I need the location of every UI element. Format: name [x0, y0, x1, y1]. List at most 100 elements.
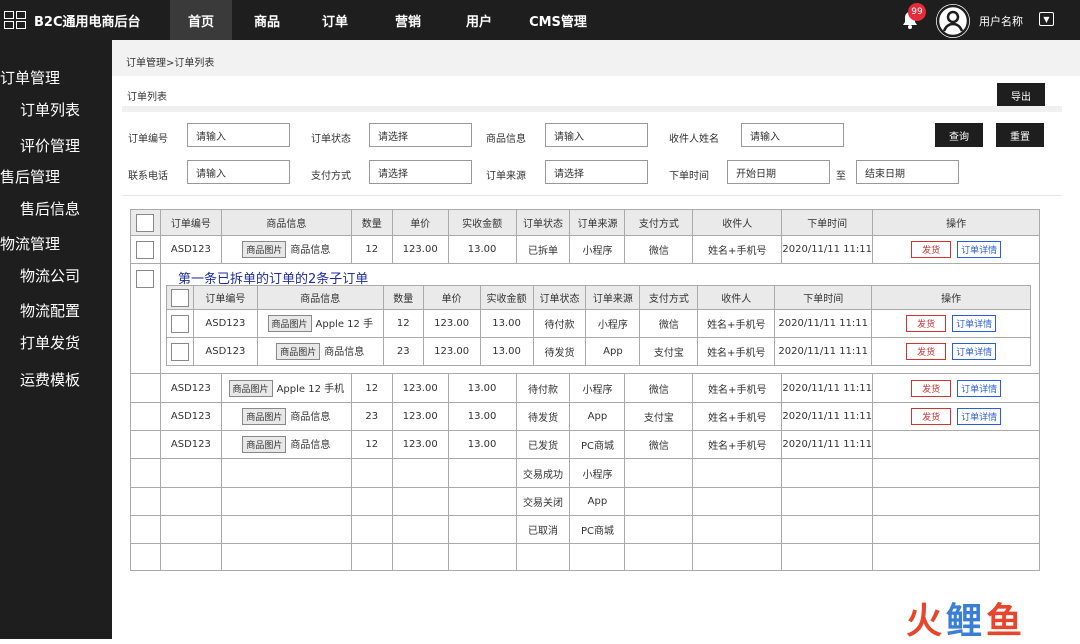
header-cell: 操作: [871, 285, 1031, 310]
product-image-placeholder: 商品图片: [242, 436, 287, 453]
order-detail-button[interactable]: 订单详情: [952, 315, 997, 332]
header-cell: 商品信息: [256, 285, 384, 310]
ship-button[interactable]: 发货: [911, 241, 952, 258]
sidebar-group-logistics[interactable]: 物流管理: [0, 233, 60, 254]
row-checkbox-cell: [130, 373, 161, 403]
qty-cell: 12: [350, 373, 393, 403]
header-cell: 操作: [872, 209, 1040, 236]
qty-cell: 12: [350, 235, 393, 264]
header-cell: 数量: [382, 285, 424, 310]
sidebar-item-logistics-company[interactable]: 物流公司: [20, 265, 80, 286]
qty-cell: 12: [350, 430, 393, 459]
header-cell: 单价: [391, 209, 449, 236]
table-row: 交易成功 小程序: [130, 458, 1040, 488]
top-navbar: B2C通用电商后台 首页 商品 订单 营销 用户 CMS管理 99 用户名称 ▼: [0, 0, 1080, 40]
phone-input[interactable]: 请输入: [187, 160, 290, 184]
order-no-label: 订单编号: [128, 134, 168, 145]
source-cell: 小程序: [569, 235, 626, 264]
divider: [122, 195, 1062, 196]
table-header: 订单编号 商品信息 数量 单价 实收金额 订单状态 订单来源 支付方式 收件人 …: [130, 209, 1040, 236]
nav-products[interactable]: 商品: [232, 0, 302, 40]
sidebar-group-orders[interactable]: 订单管理: [0, 67, 60, 88]
sidebar-item-print-ship[interactable]: 打单发货: [20, 332, 80, 353]
source-cell: App: [569, 402, 626, 431]
nav-marketing[interactable]: 营销: [368, 0, 448, 40]
sidebar-item-reviews[interactable]: 评价管理: [20, 135, 80, 156]
time-cell: 2020/11/11 11:11: [781, 402, 874, 431]
nav-users[interactable]: 用户: [448, 0, 510, 40]
receiver-cell: 姓名+手机号: [692, 430, 783, 459]
qty-cell: 23: [350, 402, 393, 431]
sidebar-item-logistics-config[interactable]: 物流配置: [20, 300, 80, 321]
pay-cell: 微信: [624, 235, 694, 264]
avatar[interactable]: [936, 4, 970, 38]
paid-cell: 13.00: [479, 337, 534, 366]
ship-button[interactable]: 发货: [906, 343, 947, 360]
end-date-input[interactable]: 结束日期: [856, 160, 959, 184]
ship-button[interactable]: 发货: [911, 408, 952, 425]
receiver-cell: 姓名+手机号: [692, 402, 783, 431]
ship-button[interactable]: 发货: [906, 315, 947, 332]
header-cell: 下单时间: [774, 285, 873, 310]
time-cell: 2020/11/11 11:11: [781, 235, 874, 264]
ship-button[interactable]: 发货: [911, 379, 952, 397]
select-all-checkbox[interactable]: [136, 213, 155, 232]
status-cell: 待发货: [532, 337, 587, 366]
source-select[interactable]: 请选择: [545, 160, 648, 184]
export-button[interactable]: 导出: [997, 83, 1045, 107]
order-no-input[interactable]: 请输入: [187, 123, 290, 147]
sidebar-item-order-list[interactable]: 订单列表: [20, 99, 80, 120]
query-button[interactable]: 查询: [935, 123, 983, 147]
product-image-placeholder: 商品图片: [276, 343, 321, 360]
sidebar: 订单管理 订单列表 评价管理 售后管理 售后信息 物流管理 物流公司 物流配置 …: [0, 40, 112, 639]
nav-home[interactable]: 首页: [170, 0, 232, 40]
product-name: 商品信息: [290, 245, 331, 256]
sub-row-checkbox[interactable]: [170, 342, 189, 361]
user-name[interactable]: 用户名称: [979, 13, 1023, 29]
sidebar-group-aftersale[interactable]: 售后管理: [0, 166, 60, 187]
receiver-input[interactable]: 请输入: [741, 123, 844, 147]
sub-order-table: 订单编号 商品信息 数量 单价 实收金额 订单状态 订单来源 支付方式 收件人 …: [166, 285, 1031, 366]
pay-method-select[interactable]: 请选择: [369, 160, 472, 184]
nav-orders[interactable]: 订单: [302, 0, 368, 40]
source-label: 订单来源: [486, 171, 526, 182]
order-detail-button[interactable]: 订单详情: [957, 241, 1002, 258]
order-id-cell: ASD123: [159, 373, 222, 403]
product-name: 商品信息: [290, 440, 331, 451]
sidebar-item-aftersale-info[interactable]: 售后信息: [20, 198, 80, 219]
actions-cell: 发货 订单详情: [872, 235, 1040, 264]
sub-select-all-checkbox[interactable]: [170, 288, 189, 307]
header-cell: 支付方式: [639, 285, 699, 310]
order-detail-button[interactable]: 订单详情: [957, 379, 1002, 397]
product-info-input[interactable]: 请输入: [545, 123, 648, 147]
paid-cell: 13.00: [447, 235, 517, 264]
sub-row-checkbox[interactable]: [170, 314, 189, 333]
order-detail-button[interactable]: 订单详情: [957, 408, 1002, 425]
paid-cell: 13.00: [447, 373, 517, 403]
row-checkbox[interactable]: [136, 240, 155, 259]
reset-button[interactable]: 重置: [996, 123, 1044, 147]
time-cell: 2020/11/11 11:11: [774, 337, 873, 366]
product-cell: 商品图片 商品信息: [220, 430, 352, 459]
order-detail-button[interactable]: 订单详情: [952, 343, 997, 360]
table-row: [130, 543, 1040, 571]
nav-cms[interactable]: CMS管理: [510, 0, 606, 40]
header-cell: 收件人: [697, 285, 776, 310]
breadcrumb-bar: [112, 40, 1080, 76]
receiver-label: 收件人姓名: [669, 134, 719, 145]
notification-badge: 99: [908, 3, 926, 21]
order-status-label: 订单状态: [311, 134, 351, 145]
order-status-select[interactable]: 请选择: [369, 123, 472, 147]
sub-table-row: ASD123 商品图片 商品信息 23 123.00 13.00 待发货 App …: [166, 337, 1031, 366]
app-logo[interactable]: B2C通用电商后台: [0, 0, 141, 40]
start-date-input[interactable]: 开始日期: [727, 160, 830, 184]
status-cell: 已发货: [515, 430, 571, 459]
actions-cell: 发货 订单详情: [872, 402, 1040, 431]
row-checkbox[interactable]: [136, 270, 155, 288]
pay-method-label: 支付方式: [311, 171, 351, 182]
sidebar-item-shipping-template[interactable]: 运费模板: [20, 369, 80, 390]
chevron-down-icon[interactable]: ▼: [1039, 12, 1054, 26]
product-name: 商品信息: [324, 347, 365, 358]
divider: [122, 106, 1062, 112]
time-cell: 2020/11/11 11:11: [781, 373, 874, 403]
